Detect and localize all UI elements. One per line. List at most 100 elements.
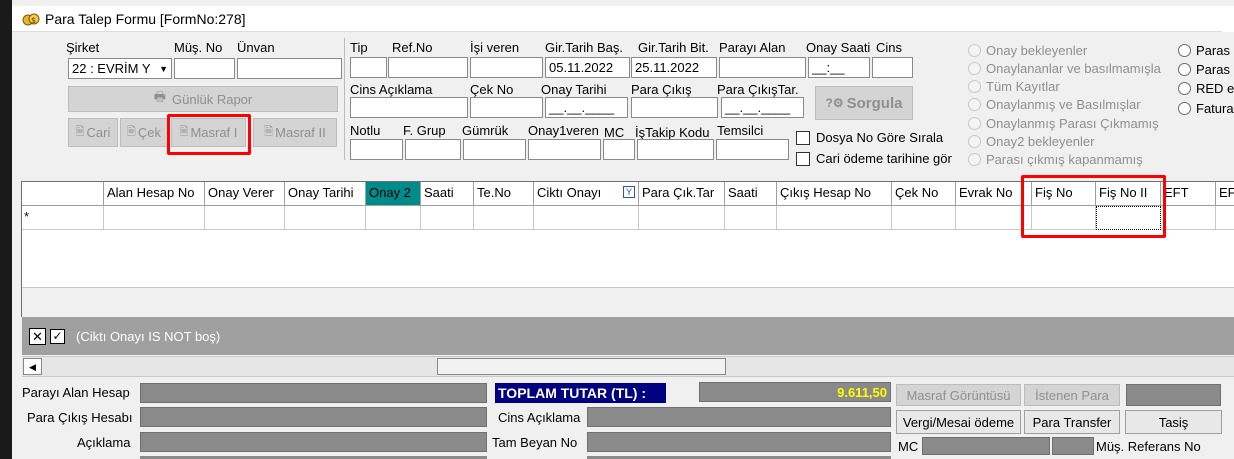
grid-header-alan-hesap-no[interactable]: Alan Hesap No — [104, 182, 205, 206]
masraf2-button[interactable]: 🗎 Masraf II — [253, 118, 337, 147]
mus-no-input[interactable] — [174, 58, 235, 79]
grid-header-cikti-onayi-label: Ciktı Onayı — [537, 185, 602, 200]
radio-right-3[interactable]: RED e — [1178, 81, 1234, 96]
grid-cell[interactable] — [205, 206, 285, 230]
grid-cell[interactable] — [366, 206, 421, 230]
window-title-bar: $ Para Talep Formu [FormNo:278] — [12, 6, 1234, 32]
onay-tarihi-input[interactable]: __.__.____ — [545, 97, 628, 118]
grid-cell[interactable] — [639, 206, 725, 230]
radio-right-4[interactable]: Fatura — [1178, 101, 1234, 116]
highlight-masraf1 — [167, 114, 251, 155]
gir-tarih-bit-input[interactable]: 25.11.2022 — [631, 57, 717, 78]
masraf-goruntusu-button[interactable]: Masraf Görüntüsü — [896, 384, 1021, 406]
istakip-label: İşTakip Kodu — [635, 125, 710, 140]
notlu-input[interactable] — [350, 139, 403, 160]
cari-odeme-checkbox[interactable]: Cari ödeme tarihine gör — [796, 151, 952, 166]
gir-tarih-bas-input[interactable]: 05.11.2022 — [545, 57, 630, 78]
radio-circle — [968, 80, 981, 93]
radio-onay2-bekleyenler[interactable]: Onay2 bekleyenler — [968, 134, 1094, 149]
radio-circle — [968, 62, 981, 75]
para-transfer-button[interactable]: Para Transfer — [1024, 410, 1120, 434]
tam-beyan-no-field[interactable] — [587, 432, 891, 452]
grid-header-ef[interactable]: EF — [1216, 182, 1234, 206]
grid-cell[interactable] — [474, 206, 534, 230]
sirket-select[interactable]: 22 : EVRİM Y ▼ — [68, 58, 172, 79]
para-cikis-tar-input[interactable]: __.__.____ — [721, 97, 804, 118]
grid-header-saati-2[interactable]: Saati — [725, 182, 777, 206]
onay1veren-input[interactable] — [528, 139, 601, 160]
grid-header-para-cik-tar[interactable]: Para Çık.Tar — [639, 182, 725, 206]
tasis-button[interactable]: Tasiş — [1125, 410, 1222, 434]
close-filter-icon[interactable]: ✕ — [29, 327, 46, 345]
radio-kapanmamis[interactable]: Parası çıkmış kapanmamış — [968, 152, 1143, 167]
grid-cell[interactable] — [1161, 206, 1216, 230]
cek-no-input[interactable] — [470, 97, 543, 118]
sorgula-button[interactable]: ?⚙ Sorgula — [815, 86, 913, 120]
grid-header-onay2[interactable]: Onay 2 — [366, 182, 421, 206]
cek-button[interactable]: 🗎 Çek — [120, 118, 168, 147]
grid-header-onay-verer[interactable]: Onay Verer — [205, 182, 285, 206]
masraf2-label: Masraf II — [275, 125, 326, 140]
grid-header-cikis-hesap-no[interactable]: Çıkış Hesap No — [777, 182, 892, 206]
scroll-left-arrow-icon[interactable]: ◀ — [23, 358, 42, 375]
grid-header-saati[interactable]: Saati — [421, 182, 474, 206]
scrollbar-thumb[interactable] — [437, 358, 726, 375]
radio-right-1[interactable]: Paras — [1178, 43, 1230, 58]
grid-header-te-no[interactable]: Te.No — [474, 182, 534, 206]
onay-saati-input[interactable]: __:__ — [808, 57, 870, 78]
window-frame-right — [1222, 6, 1234, 32]
radio-parasi-cikmamis[interactable]: Onaylanmış Parası Çıkmamış — [968, 116, 1159, 131]
para-cikis-input[interactable] — [631, 97, 718, 118]
radio-tum-kayitlar[interactable]: Tüm Kayıtlar — [968, 79, 1060, 94]
grid-cell[interactable] — [534, 206, 639, 230]
toplam-tutar-label: TOPLAM TUTAR (TL) : — [498, 385, 647, 401]
filter-icon[interactable]: Y — [623, 186, 635, 198]
grid-cell[interactable] — [1216, 206, 1234, 230]
f-grup-label: F. Grup — [403, 123, 446, 138]
temsilci-input[interactable] — [716, 139, 789, 160]
grid-footer-strip — [22, 287, 1234, 317]
istenen-para-button[interactable]: İstenen Para — [1024, 384, 1120, 406]
mc-bottom-field[interactable] — [922, 437, 1050, 455]
unvan-input[interactable] — [237, 58, 342, 79]
grid-cell[interactable] — [285, 206, 366, 230]
ref-no-input[interactable] — [388, 57, 468, 78]
cins-aciklama-bottom-field[interactable] — [587, 407, 891, 427]
para-cikis-hesabi-field[interactable] — [140, 407, 487, 427]
vergi-mesai-button[interactable]: Vergi/Mesai ödeme — [896, 410, 1021, 434]
grid-cell[interactable] — [725, 206, 777, 230]
grid-cell[interactable] — [777, 206, 892, 230]
cins-input[interactable] — [872, 57, 913, 78]
grid-cell[interactable] — [892, 206, 956, 230]
cari-button[interactable]: 🗎 Cari — [68, 118, 118, 147]
isi-veren-input[interactable] — [470, 57, 543, 78]
enable-filter-checkbox[interactable]: ✓ — [50, 328, 65, 344]
cins-aciklama-input[interactable] — [350, 97, 468, 118]
mc-input[interactable] — [603, 139, 635, 160]
gunluk-rapor-button[interactable]: 🖶 Günlük Rapor — [68, 86, 338, 112]
tip-input[interactable] — [350, 57, 387, 78]
f-grup-input[interactable] — [405, 139, 461, 160]
mc-bottom-field-2[interactable] — [1052, 437, 1094, 455]
radio-onay-bekleyenler[interactable]: Onay bekleyenler — [968, 43, 1087, 58]
grid-cell[interactable] — [421, 206, 474, 230]
radio-right-2[interactable]: Paras — [1178, 62, 1230, 77]
parayi-alan-input[interactable] — [719, 57, 806, 78]
parayi-alan-label: Parayı Alan — [719, 40, 786, 55]
horizontal-scrollbar[interactable]: ◀ — [22, 356, 1234, 377]
grid-header-eft[interactable]: EFT — [1161, 182, 1216, 206]
svg-text:$: $ — [31, 16, 36, 25]
grid-cell[interactable] — [104, 206, 205, 230]
istakip-input[interactable] — [637, 139, 714, 160]
parayi-alan-hesap-field[interactable] — [140, 383, 487, 403]
aciklama-field[interactable] — [140, 432, 487, 452]
grid-row-selector[interactable]: * — [22, 206, 104, 230]
radio-circle — [968, 44, 981, 57]
grid-header-cikti-onayi[interactable]: Ciktı Onayı Y — [534, 182, 639, 206]
radio-onaylananlar[interactable]: Onaylananlar ve basılmamışla — [968, 61, 1176, 76]
grid-header-cek-no[interactable]: Çek No — [892, 182, 956, 206]
radio-onaylanmis-basilmis[interactable]: Onaylanmış ve Basılmışlar — [968, 97, 1141, 112]
grid-header-onay-tarihi[interactable]: Onay Tarihi — [285, 182, 366, 206]
dosya-no-sirala-checkbox[interactable]: Dosya No Göre Sırala — [796, 130, 943, 145]
gumruk-input[interactable] — [463, 139, 526, 160]
